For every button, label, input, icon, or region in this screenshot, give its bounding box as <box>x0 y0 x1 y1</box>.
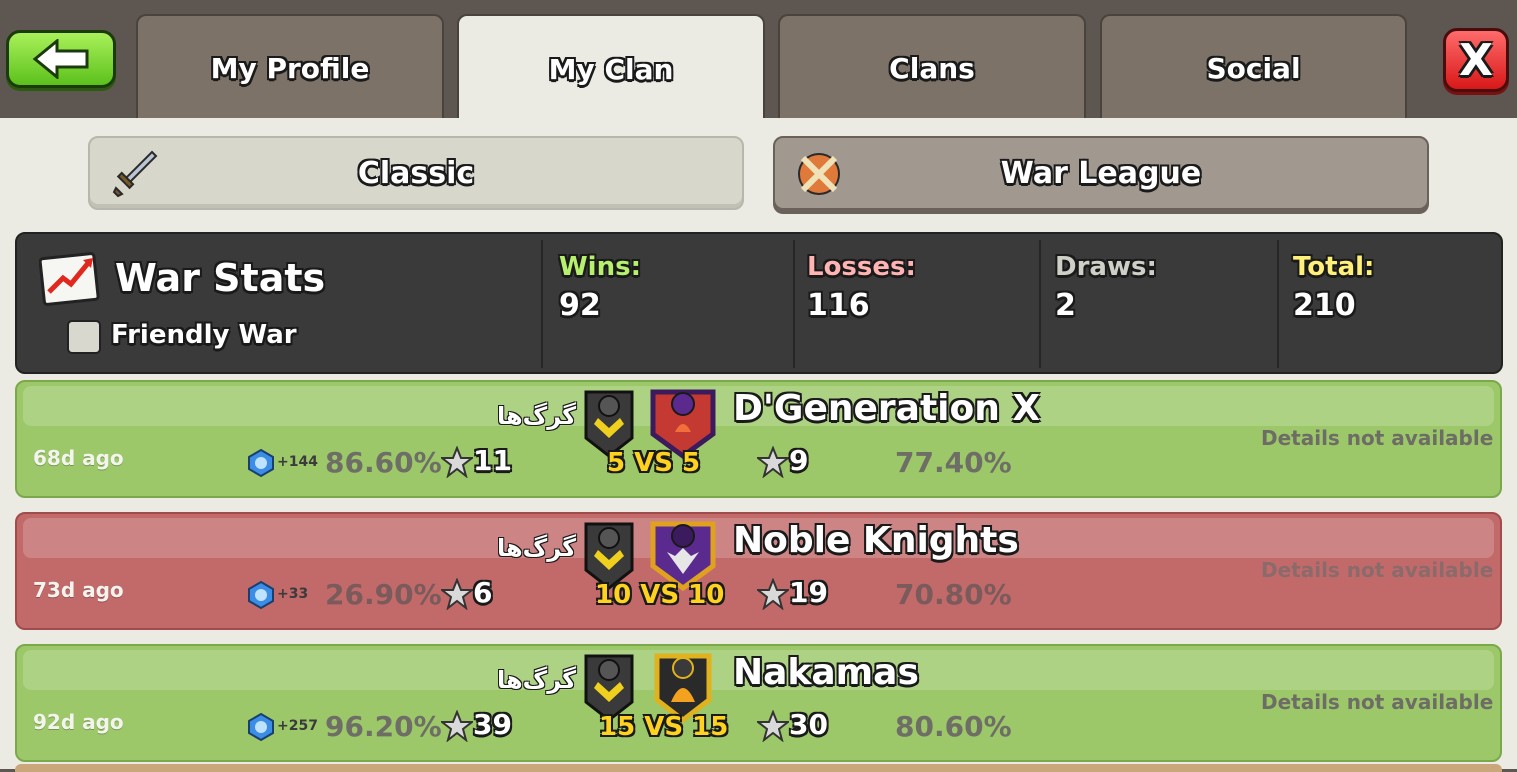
divider <box>541 240 543 368</box>
xp-gem-icon <box>248 448 274 478</box>
details-status: Details not available <box>1261 558 1494 582</box>
draws-label: Draws: <box>1055 252 1157 282</box>
opponent-destruction: 70.80% <box>895 578 1012 611</box>
arrow-left-icon <box>32 39 89 79</box>
our-clan-name: گرگ‌ها <box>497 402 577 430</box>
sword-icon <box>112 150 158 198</box>
war-time-ago: 68d ago <box>33 446 124 470</box>
classic-tab[interactable]: Classic <box>88 136 744 210</box>
divider <box>793 240 795 368</box>
our-destruction: 96.20% <box>325 710 442 743</box>
war-log-row[interactable]: 92d ago +257 96.20% 39 گرگ‌ها 15 VS 15 N… <box>15 644 1502 762</box>
war-size: 10 VS 10 <box>595 580 725 610</box>
close-button[interactable]: X <box>1443 28 1509 92</box>
losses-value: 116 <box>807 288 870 323</box>
divider <box>1039 240 1041 368</box>
friendly-war-checkbox[interactable] <box>67 320 101 354</box>
details-status: Details not available <box>1261 426 1494 450</box>
opponent-name: Nakamas <box>733 652 919 693</box>
war-stats-panel: War Stats Friendly War Wins: 92 Losses: … <box>15 232 1503 374</box>
war-league-label: War League <box>1000 155 1202 191</box>
back-button[interactable] <box>6 30 116 88</box>
chart-up-icon <box>39 252 100 306</box>
xp-earned: +257 <box>277 718 318 734</box>
draws-value: 2 <box>1055 288 1076 323</box>
star-icon <box>757 710 789 742</box>
star-icon <box>757 446 789 478</box>
opponent-name: Noble Knights <box>733 520 1019 561</box>
war-time-ago: 92d ago <box>33 710 124 734</box>
next-row-peek <box>15 764 1502 772</box>
war-size: 15 VS 15 <box>599 712 729 742</box>
tab-my-profile[interactable]: My Profile <box>136 14 444 120</box>
star-icon <box>441 710 473 742</box>
our-stars: 11 <box>473 444 512 477</box>
war-stats-title: War Stats <box>115 256 326 300</box>
our-destruction: 26.90% <box>325 578 442 611</box>
wins-label: Wins: <box>559 252 641 282</box>
total-value: 210 <box>1293 288 1356 323</box>
divider <box>1277 240 1279 368</box>
opponent-destruction: 80.60% <box>895 710 1012 743</box>
tab-clans[interactable]: Clans <box>778 14 1086 120</box>
our-stars: 39 <box>473 708 512 741</box>
our-destruction: 86.60% <box>325 446 442 479</box>
opponent-name: D'Generation X <box>733 388 1041 429</box>
opponent-stars: 9 <box>789 444 809 477</box>
details-status: Details not available <box>1261 690 1494 714</box>
friendly-war-label: Friendly War <box>111 320 297 350</box>
xp-gem-icon <box>248 712 274 742</box>
war-log-row[interactable]: 73d ago +33 26.90% 6 گرگ‌ها 10 VS 10 Nob… <box>15 512 1502 630</box>
opponent-destruction: 77.40% <box>895 446 1012 479</box>
war-log-row[interactable]: 68d ago +144 86.60% 11 گرگ‌ها 5 VS 5 D'G… <box>15 380 1502 498</box>
top-bar: My Profile My Clan Clans Social X <box>0 0 1517 122</box>
war-league-tab[interactable]: War League <box>773 136 1429 210</box>
war-size: 5 VS 5 <box>607 448 701 478</box>
opponent-stars: 19 <box>789 576 828 609</box>
tab-my-clan[interactable]: My Clan <box>457 14 765 122</box>
total-label: Total: <box>1293 252 1375 282</box>
xp-gem-icon <box>248 580 274 610</box>
xp-earned: +33 <box>277 586 309 602</box>
tab-social[interactable]: Social <box>1100 14 1407 120</box>
wins-value: 92 <box>559 288 601 323</box>
our-clan-name: گرگ‌ها <box>497 666 577 694</box>
xp-earned: +144 <box>277 454 318 470</box>
star-icon <box>757 578 789 610</box>
star-icon <box>441 446 473 478</box>
our-clan-name: گرگ‌ها <box>497 534 577 562</box>
star-icon <box>441 578 473 610</box>
classic-label: Classic <box>357 155 475 191</box>
war-time-ago: 73d ago <box>33 578 124 602</box>
crossed-swords-icon <box>798 153 840 195</box>
opponent-stars: 30 <box>789 708 828 741</box>
losses-label: Losses: <box>807 252 916 282</box>
our-stars: 6 <box>473 576 493 609</box>
